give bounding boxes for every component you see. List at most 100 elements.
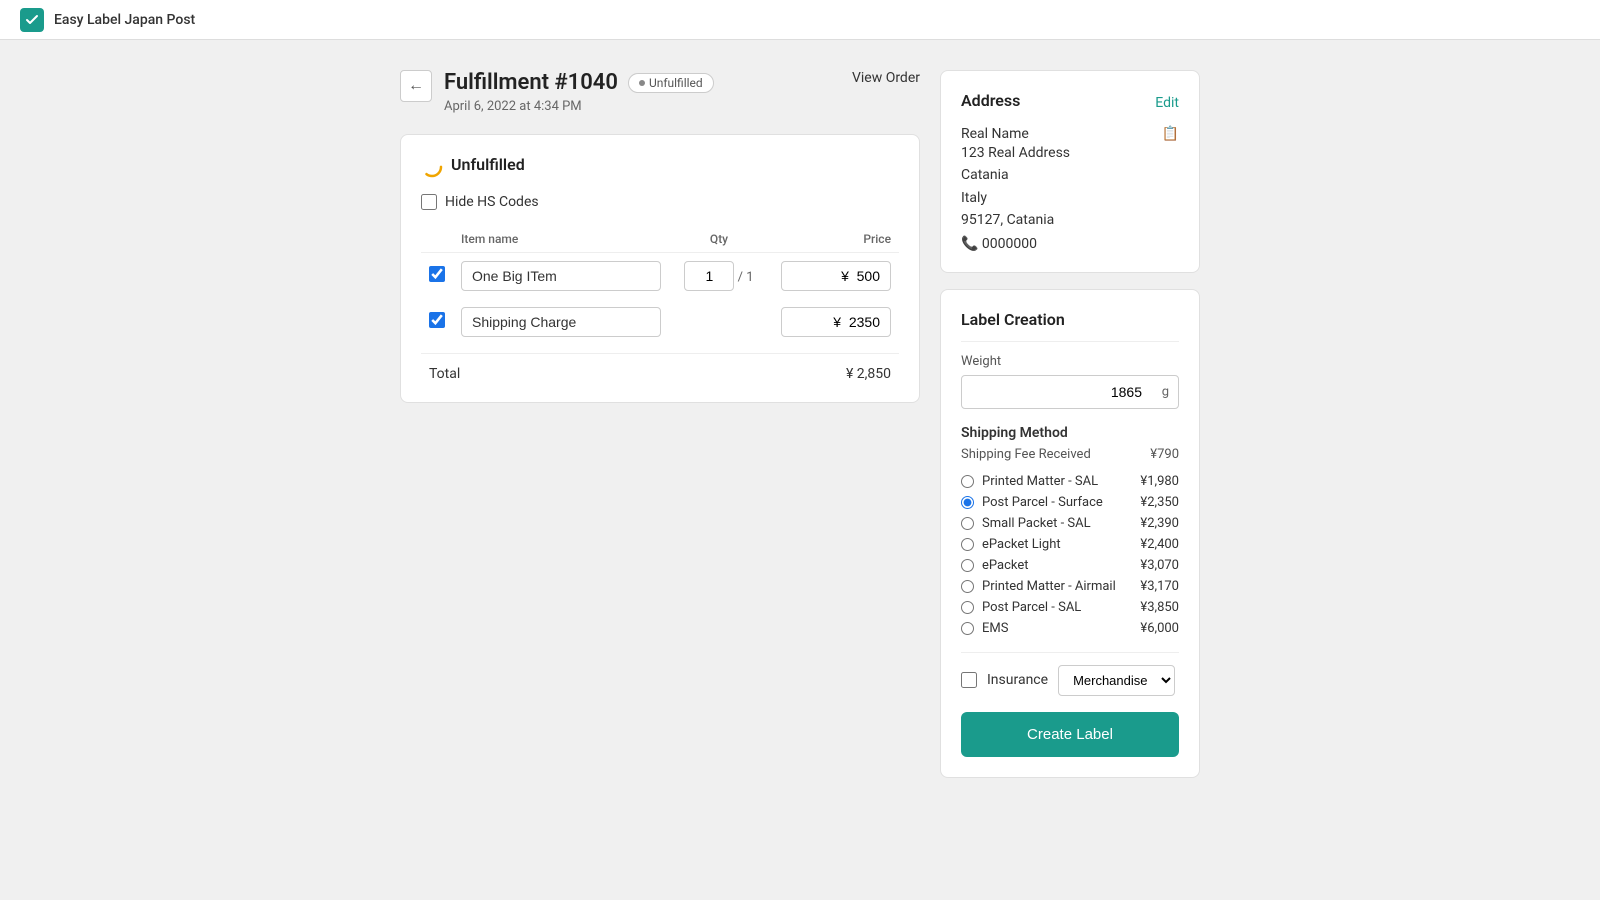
item-checkbox-cell bbox=[421, 299, 453, 345]
item-checkbox-1[interactable] bbox=[429, 312, 445, 328]
label-creation-title: Label Creation bbox=[961, 310, 1179, 329]
left-panel: ← Fulfillment #1040 Unfulfilled April 6,… bbox=[400, 70, 920, 794]
item-price-input-1[interactable] bbox=[781, 307, 891, 337]
shipping-price-5: ¥3,170 bbox=[1140, 579, 1179, 594]
hide-hs-checkbox[interactable] bbox=[421, 194, 437, 210]
shipping-price-4: ¥3,070 bbox=[1140, 558, 1179, 573]
shipping-label-4[interactable]: ePacket bbox=[982, 558, 1029, 573]
address-city: Catania bbox=[961, 164, 1179, 186]
app-title: Easy Label Japan Post bbox=[54, 12, 195, 28]
total-row: Total ¥ 2,850 bbox=[421, 353, 899, 382]
page-subtitle: April 6, 2022 at 4:34 PM bbox=[444, 99, 714, 114]
view-order-link[interactable]: View Order bbox=[852, 70, 920, 86]
shipping-label-7[interactable]: EMS bbox=[982, 621, 1008, 636]
item-price-cell bbox=[769, 253, 899, 300]
shipping-fee-received: Shipping Fee Received ¥790 bbox=[961, 447, 1179, 462]
shipping-price-0: ¥1,980 bbox=[1140, 474, 1179, 489]
hide-hs-row: Hide HS Codes bbox=[421, 194, 899, 210]
shipping-radio-3[interactable] bbox=[961, 538, 974, 551]
weight-input[interactable] bbox=[961, 375, 1179, 409]
shipping-label-1[interactable]: Post Parcel - Surface bbox=[982, 495, 1103, 510]
shipping-price-7: ¥6,000 bbox=[1140, 621, 1179, 636]
item-name-input-0[interactable] bbox=[461, 261, 661, 291]
right-panel: Address Edit Real Name 📋 123 Real Addres… bbox=[940, 70, 1200, 794]
item-qty-input-0[interactable] bbox=[684, 261, 734, 291]
merchandise-select[interactable]: MerchandiseGiftDocumentsSample bbox=[1058, 665, 1175, 696]
item-price-input-0[interactable] bbox=[781, 261, 891, 291]
shipping-label-0[interactable]: Printed Matter - SAL bbox=[982, 474, 1098, 489]
shipping-option: ePacket Light ¥2,400 bbox=[961, 537, 1179, 552]
shipping-radio-7[interactable] bbox=[961, 622, 974, 635]
insurance-row: Insurance MerchandiseGiftDocumentsSample bbox=[961, 665, 1179, 696]
fulfillment-card: Unfulfilled Hide HS Codes Item name Qty … bbox=[400, 134, 920, 403]
table-row bbox=[421, 299, 899, 345]
shipping-option: ePacket ¥3,070 bbox=[961, 558, 1179, 573]
total-label: Total bbox=[429, 366, 460, 382]
label-creation-card: Label Creation Weight g Shipping Method … bbox=[940, 289, 1200, 778]
shipping-radio-0[interactable] bbox=[961, 475, 974, 488]
shipping-fee-label: Shipping Fee Received bbox=[961, 447, 1091, 462]
shipping-price-6: ¥3,850 bbox=[1140, 600, 1179, 615]
shipping-option: EMS ¥6,000 bbox=[961, 621, 1179, 636]
shipping-label-6[interactable]: Post Parcel - SAL bbox=[982, 600, 1081, 615]
address-postal: 95127, Catania bbox=[961, 209, 1179, 231]
insurance-checkbox[interactable] bbox=[961, 672, 977, 688]
page-title-block: Fulfillment #1040 Unfulfilled April 6, 2… bbox=[444, 70, 714, 114]
shipping-fee-value: ¥790 bbox=[1150, 447, 1179, 462]
item-name-cell bbox=[453, 253, 669, 300]
item-price-cell bbox=[769, 299, 899, 345]
back-button[interactable]: ← bbox=[400, 70, 432, 102]
page-title: Fulfillment #1040 Unfulfilled bbox=[444, 70, 714, 95]
insurance-label[interactable]: Insurance bbox=[987, 672, 1048, 688]
col-item-name: Item name bbox=[453, 226, 669, 253]
shipping-label-5[interactable]: Printed Matter - Airmail bbox=[982, 579, 1116, 594]
shipping-option: Printed Matter - SAL ¥1,980 bbox=[961, 474, 1179, 489]
shipping-option: Printed Matter - Airmail ¥3,170 bbox=[961, 579, 1179, 594]
unfulfilled-icon bbox=[421, 156, 443, 178]
address-section-title: Address bbox=[961, 91, 1020, 110]
shipping-method-title: Shipping Method bbox=[961, 425, 1179, 441]
create-label-button[interactable]: Create Label bbox=[961, 712, 1179, 757]
address-name: Real Name bbox=[961, 126, 1029, 142]
edit-address-link[interactable]: Edit bbox=[1155, 95, 1179, 111]
col-qty: Qty bbox=[669, 226, 769, 253]
shipping-radio-6[interactable] bbox=[961, 601, 974, 614]
shipping-option: Post Parcel - Surface ¥2,350 bbox=[961, 495, 1179, 510]
shipping-radio-5[interactable] bbox=[961, 580, 974, 593]
address-phone: 📞 0000000 bbox=[961, 236, 1179, 252]
item-name-cell bbox=[453, 299, 669, 345]
shipping-price-3: ¥2,400 bbox=[1140, 537, 1179, 552]
unfulfilled-header: Unfulfilled bbox=[421, 155, 899, 178]
address-country: Italy bbox=[961, 187, 1179, 209]
unfulfilled-title: Unfulfilled bbox=[451, 155, 525, 174]
shipping-option: Post Parcel - SAL ¥3,850 bbox=[961, 600, 1179, 615]
main-content: ← Fulfillment #1040 Unfulfilled April 6,… bbox=[0, 40, 1600, 824]
hide-hs-label[interactable]: Hide HS Codes bbox=[445, 194, 539, 210]
shipping-price-1: ¥2,350 bbox=[1140, 495, 1179, 510]
weight-unit: g bbox=[1162, 384, 1169, 399]
address-card: Address Edit Real Name 📋 123 Real Addres… bbox=[940, 70, 1200, 273]
item-checkbox-cell bbox=[421, 253, 453, 300]
shipping-label-2[interactable]: Small Packet - SAL bbox=[982, 516, 1091, 531]
shipping-label-3[interactable]: ePacket Light bbox=[982, 537, 1061, 552]
shipping-radio-4[interactable] bbox=[961, 559, 974, 572]
qty-total: / 1 bbox=[734, 270, 753, 285]
phone-icon: 📞 bbox=[961, 236, 978, 252]
shipping-option: Small Packet - SAL¥2,390 bbox=[961, 516, 1179, 531]
app-logo bbox=[20, 8, 44, 32]
col-price: Price bbox=[769, 226, 899, 253]
item-name-input-1[interactable] bbox=[461, 307, 661, 337]
weight-input-wrap: g bbox=[961, 375, 1179, 409]
total-value: ¥ 2,850 bbox=[846, 366, 891, 382]
address-street: 123 Real Address bbox=[961, 142, 1179, 164]
address-header: Address Edit bbox=[961, 91, 1179, 114]
shipping-radio-1[interactable] bbox=[961, 496, 974, 509]
weight-label: Weight bbox=[961, 354, 1179, 369]
page-header: ← Fulfillment #1040 Unfulfilled April 6,… bbox=[400, 70, 920, 114]
shipping-radio-2[interactable] bbox=[961, 517, 974, 530]
shipping-options: Printed Matter - SAL ¥1,980 Post Parcel - … bbox=[961, 474, 1179, 636]
item-checkbox-0[interactable] bbox=[429, 266, 445, 282]
status-dot-icon bbox=[639, 80, 645, 86]
address-name-row: Real Name 📋 bbox=[961, 126, 1179, 142]
copy-icon[interactable]: 📋 bbox=[1162, 126, 1179, 142]
